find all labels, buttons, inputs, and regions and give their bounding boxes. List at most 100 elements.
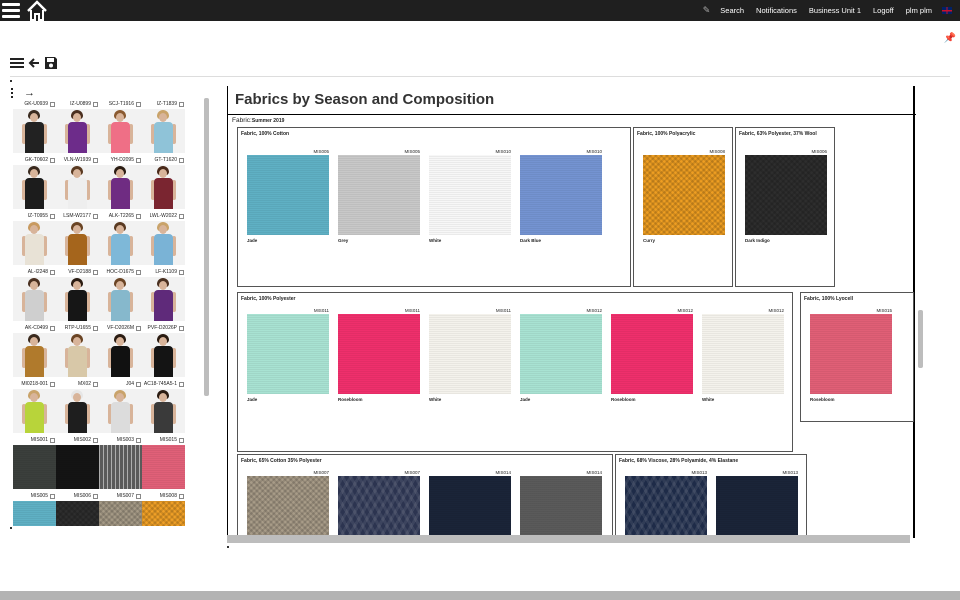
fabric-item[interactable]: MIS015 Rosebloom (810, 307, 892, 402)
product-image[interactable] (13, 277, 56, 321)
material-swatch[interactable] (99, 501, 142, 526)
product-image[interactable] (56, 277, 99, 321)
product-image[interactable] (142, 333, 185, 377)
product-checkbox[interactable] (136, 326, 141, 331)
material-checkbox[interactable] (179, 438, 184, 443)
product-thumbnail[interactable]: VF-D2188 (56, 268, 99, 324)
product-checkbox[interactable] (136, 382, 141, 387)
product-thumbnail[interactable]: VLN-W1939 (56, 156, 99, 212)
material-swatch[interactable] (13, 445, 56, 489)
product-checkbox[interactable] (136, 214, 141, 219)
product-image[interactable] (13, 109, 56, 153)
product-checkbox[interactable] (93, 158, 98, 163)
product-checkbox[interactable] (179, 102, 184, 107)
product-thumbnail[interactable]: LF-K1109 (142, 268, 185, 324)
nav-notifications[interactable]: Notifications (750, 0, 803, 21)
fabric-item[interactable]: MIS011 Jade (247, 307, 329, 402)
product-image[interactable] (13, 165, 56, 209)
fabric-item[interactable]: MIS011 White (429, 307, 511, 402)
nav-search[interactable]: Search (714, 0, 750, 21)
report-horizontal-scrollbar[interactable] (227, 535, 910, 543)
nav-user[interactable]: plm plm (900, 0, 938, 21)
thumbnail-grid-scroll[interactable]: GK-U0939 IZ-U0899 SCJ-T1916 IZ-T1839 GK-T060… (10, 100, 200, 526)
fabric-item[interactable]: MIS010 Dark Blue (520, 148, 602, 243)
fabric-swatch[interactable] (429, 476, 511, 538)
product-thumbnail[interactable]: GK-U0939 (13, 100, 56, 156)
fabric-item[interactable]: MIS007 (338, 469, 420, 538)
product-checkbox[interactable] (50, 270, 55, 275)
product-checkbox[interactable] (136, 158, 141, 163)
save-icon[interactable] (44, 56, 58, 70)
product-thumbnail[interactable]: J04 (99, 380, 142, 436)
fabric-swatch[interactable] (625, 476, 707, 538)
fabric-swatch[interactable] (520, 155, 602, 235)
material-swatch[interactable] (56, 501, 99, 526)
product-thumbnail[interactable]: MI0218-001 (13, 380, 56, 436)
product-image[interactable] (142, 109, 185, 153)
fabric-item[interactable]: MIS008 Curry (643, 148, 725, 243)
product-image[interactable] (99, 277, 142, 321)
material-checkbox[interactable] (93, 494, 98, 499)
fabric-swatch[interactable] (338, 476, 420, 538)
fabric-swatch[interactable] (247, 314, 329, 394)
pin-icon[interactable]: ✎ (699, 5, 715, 16)
product-thumbnail[interactable]: YH-D2095 (99, 156, 142, 212)
fabric-item[interactable]: MIS011 Rosebloom (338, 307, 420, 402)
product-image[interactable] (56, 389, 99, 433)
product-checkbox[interactable] (179, 270, 184, 275)
nav-logoff[interactable]: Logoff (867, 0, 900, 21)
product-image[interactable] (56, 221, 99, 265)
product-checkbox[interactable] (179, 382, 184, 387)
fabric-item[interactable]: MIS012 Rosebloom (611, 307, 693, 402)
product-image[interactable] (142, 389, 185, 433)
product-thumbnail[interactable]: LWL-W2022 (142, 212, 185, 268)
product-thumbnail[interactable]: MX02 (56, 380, 99, 436)
product-checkbox[interactable] (179, 326, 184, 331)
product-image[interactable] (142, 221, 185, 265)
fabric-item[interactable]: MIS006 Dark Indigo (745, 148, 827, 243)
material-thumbnail[interactable]: MIS008 (142, 492, 185, 526)
product-image[interactable] (56, 333, 99, 377)
fabric-item[interactable]: MIS013 (716, 469, 798, 538)
fabric-item[interactable]: MIS012 Jade (520, 307, 602, 402)
fabric-swatch[interactable] (810, 314, 892, 394)
fabric-swatch[interactable] (643, 155, 725, 235)
material-checkbox[interactable] (93, 438, 98, 443)
fabric-item[interactable]: MIS005 Grey (338, 148, 420, 243)
product-thumbnail[interactable]: IZ-T0955 (13, 212, 56, 268)
product-image[interactable] (56, 109, 99, 153)
product-image[interactable] (13, 333, 56, 377)
product-checkbox[interactable] (93, 270, 98, 275)
product-thumbnail[interactable]: HOC-D1675 (99, 268, 142, 324)
fabric-swatch[interactable] (520, 476, 602, 538)
nav-business-unit[interactable]: Business Unit 1 (803, 0, 867, 21)
fabric-swatch[interactable] (611, 314, 693, 394)
pushpin-icon[interactable]: 📌 (944, 33, 956, 44)
more-options-icon[interactable] (10, 88, 14, 98)
product-checkbox[interactable] (50, 214, 55, 219)
product-checkbox[interactable] (136, 270, 141, 275)
fabric-item[interactable]: MIS014 (429, 469, 511, 538)
product-thumbnail[interactable]: AL-I2248 (13, 268, 56, 324)
product-image[interactable] (13, 389, 56, 433)
material-thumbnail[interactable]: MIS007 (99, 492, 142, 526)
material-checkbox[interactable] (50, 438, 55, 443)
product-image[interactable] (99, 333, 142, 377)
product-thumbnail[interactable]: PVF-D2026P (142, 324, 185, 380)
fabric-swatch[interactable] (429, 314, 511, 394)
hamburger-menu-icon[interactable] (2, 3, 20, 18)
material-swatch[interactable] (13, 501, 56, 526)
product-checkbox[interactable] (179, 158, 184, 163)
material-swatch[interactable] (142, 501, 185, 526)
fabric-swatch[interactable] (745, 155, 827, 235)
product-thumbnail[interactable]: IZ-U0899 (56, 100, 99, 156)
material-checkbox[interactable] (136, 438, 141, 443)
fabric-swatch[interactable] (338, 155, 420, 235)
product-checkbox[interactable] (136, 102, 141, 107)
product-thumbnail[interactable]: GT-T1620 (142, 156, 185, 212)
product-thumbnail[interactable]: IZ-T1839 (142, 100, 185, 156)
product-image[interactable] (13, 221, 56, 265)
fabric-item[interactable]: MIS013 (625, 469, 707, 538)
product-checkbox[interactable] (50, 326, 55, 331)
fabric-swatch[interactable] (702, 314, 784, 394)
